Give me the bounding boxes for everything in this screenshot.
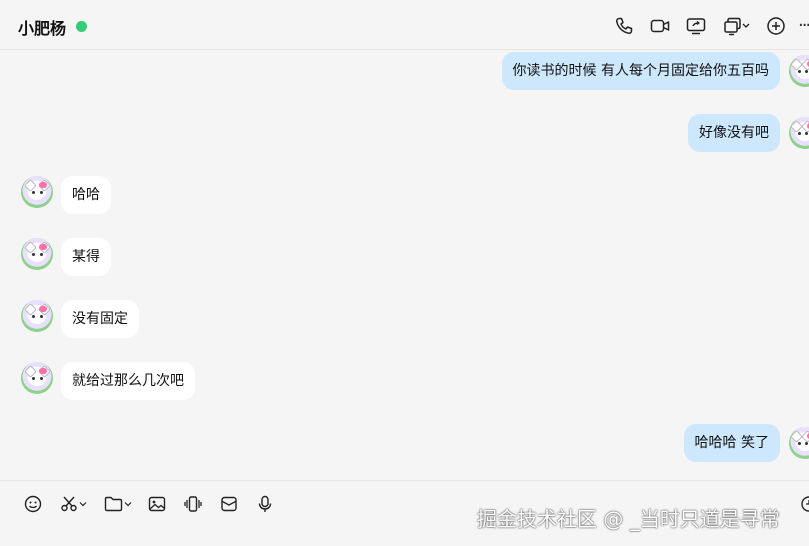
message-bubble-outgoing[interactable]: 你读书的时候 有人每个月固定给你五百吗	[501, 52, 780, 90]
video-call-icon[interactable]	[649, 15, 671, 37]
more-icon[interactable]: ···	[798, 15, 809, 37]
avatar[interactable]	[789, 427, 809, 459]
chat-title: 小肥杨	[18, 19, 67, 38]
message-bubble-outgoing[interactable]: 好像没有吧	[688, 114, 780, 152]
screen-share-icon[interactable]	[685, 15, 707, 37]
message-bubble-incoming[interactable]: 哈哈	[61, 176, 111, 214]
avatar[interactable]	[21, 176, 53, 208]
message-bubble-outgoing[interactable]: 哈哈哈 笑了	[683, 424, 780, 462]
phone-icon[interactable]	[613, 15, 635, 37]
multi-window-icon[interactable]	[722, 15, 752, 37]
history-icon[interactable]	[800, 493, 809, 515]
chat-header: 小肥杨 ···	[0, 0, 809, 50]
avatar[interactable]	[21, 238, 53, 270]
online-status-dot	[76, 21, 87, 32]
message-row: 某得	[0, 238, 809, 278]
emoji-icon[interactable]	[24, 493, 42, 515]
folder-icon[interactable]	[104, 493, 132, 515]
message-row: 好像没有吧	[0, 114, 809, 154]
message-row: 没有固定	[0, 300, 809, 340]
screenshot-scissors-icon[interactable]	[60, 493, 87, 515]
avatar[interactable]	[789, 117, 809, 149]
message-row: 哈哈	[0, 176, 809, 216]
image-icon[interactable]	[148, 493, 166, 515]
message-row: 你读书的时候 有人每个月固定给你五百吗	[0, 52, 809, 92]
add-member-icon[interactable]	[765, 15, 787, 37]
message-list[interactable]: 你读书的时候 有人每个月固定给你五百吗 好像没有吧 哈哈 某得 没有固定 就给过…	[0, 50, 809, 480]
avatar[interactable]	[21, 362, 53, 394]
avatar[interactable]	[21, 300, 53, 332]
gift-box-icon[interactable]	[220, 493, 238, 515]
microphone-icon[interactable]	[256, 493, 274, 515]
message-row: 就给过那么几次吧	[0, 362, 809, 402]
message-row: 哈哈哈 笑了	[0, 424, 809, 464]
message-bubble-incoming[interactable]: 某得	[61, 238, 111, 276]
message-bubble-incoming[interactable]: 没有固定	[61, 300, 139, 338]
shake-icon[interactable]	[184, 493, 202, 515]
message-bubble-incoming[interactable]: 就给过那么几次吧	[61, 362, 195, 400]
watermark: 掘金技术社区 @ _当时只道是寻常	[477, 507, 780, 531]
avatar[interactable]	[789, 55, 809, 87]
